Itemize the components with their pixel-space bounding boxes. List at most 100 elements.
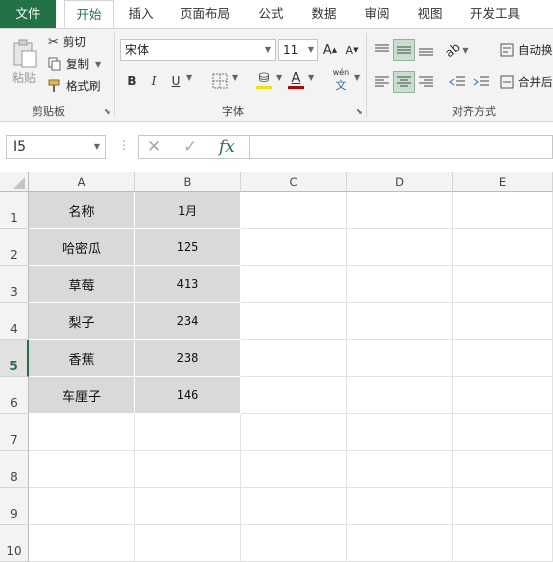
cell-c4[interactable] [241,303,347,340]
bold-button[interactable]: B [124,71,140,91]
cell-b2[interactable]: 125 [135,229,241,266]
cell-a4[interactable]: 梨子 [29,303,135,340]
more-options-icon[interactable]: ⋮ [118,138,130,152]
tab-page-layout[interactable]: 页面布局 [172,0,238,28]
cell-d2[interactable] [347,229,453,266]
cell-e9[interactable] [453,488,553,525]
row-header-5[interactable]: 5 [0,340,29,377]
italic-button[interactable]: I [146,71,162,91]
cell-c1[interactable] [241,192,347,229]
underline-button[interactable]: U [168,71,184,91]
cancel-icon[interactable]: ✕ [147,136,161,158]
cell-e5[interactable] [453,340,553,377]
font-name-dropdown[interactable]: 宋体 ▼ [120,39,276,61]
tab-data[interactable]: 数据 [303,0,345,28]
insert-function-icon[interactable]: fx [219,136,235,158]
row-header-3[interactable]: 3 [0,266,29,303]
cell-d4[interactable] [347,303,453,340]
cell-d8[interactable] [347,451,453,488]
cell-b7[interactable] [135,414,241,451]
cell-c9[interactable] [241,488,347,525]
top-align-button[interactable] [372,39,392,61]
cell-a6[interactable]: 车厘子 [29,377,135,414]
chevron-down-icon[interactable]: ▼ [232,73,238,82]
cell-a8[interactable] [29,451,135,488]
cell-c8[interactable] [241,451,347,488]
chevron-down-icon[interactable]: ▼ [276,73,282,82]
column-header-a[interactable]: A [29,172,135,192]
row-header-4[interactable]: 4 [0,303,29,340]
column-header-e[interactable]: E [453,172,553,192]
decrease-indent-button[interactable] [446,71,468,93]
cut-button[interactable]: ✂ 剪切 [48,33,86,51]
dialog-launcher-icon[interactable]: ⬊ [104,107,111,116]
cell-a9[interactable] [29,488,135,525]
row-header-9[interactable]: 9 [0,488,29,525]
font-color-button[interactable]: A [286,69,306,91]
cell-e1[interactable] [453,192,553,229]
cell-a7[interactable] [29,414,135,451]
font-size-dropdown[interactable]: 11 ▼ [278,39,318,61]
fill-color-button[interactable]: ⛁ [254,69,274,91]
cell-e4[interactable] [453,303,553,340]
tab-view[interactable]: 视图 [409,0,451,28]
cell-e10[interactable] [453,525,553,562]
chevron-down-icon[interactable]: ▼ [186,73,192,82]
row-header-1[interactable]: 1 [0,192,29,229]
format-painter-button[interactable]: 格式刷 [48,77,101,95]
cell-d7[interactable] [347,414,453,451]
cell-a1[interactable]: 名称 [29,192,135,229]
chevron-down-icon[interactable]: ▼ [308,73,314,82]
increase-font-size-icon[interactable]: A ▲ [322,41,338,59]
enter-icon[interactable]: ✓ [183,136,197,158]
orientation-button[interactable]: ab ▼ [443,39,469,61]
row-header-6[interactable]: 6 [0,377,29,414]
wrap-text-button[interactable]: 自动换 [500,39,553,61]
cell-a3[interactable]: 草莓 [29,266,135,303]
cell-c5[interactable] [241,340,347,377]
decrease-font-size-icon[interactable]: A ▼ [344,41,360,59]
row-header-8[interactable]: 8 [0,451,29,488]
cell-b3[interactable]: 413 [135,266,241,303]
cell-d9[interactable] [347,488,453,525]
tab-file[interactable]: 文件 [0,0,56,28]
cell-a10[interactable] [29,525,135,562]
cell-e7[interactable] [453,414,553,451]
align-right-button[interactable] [416,71,436,93]
cell-e8[interactable] [453,451,553,488]
cell-c2[interactable] [241,229,347,266]
column-header-b[interactable]: B [135,172,241,192]
cell-d1[interactable] [347,192,453,229]
tab-developer[interactable]: 开发工具 [462,0,528,28]
cell-a2[interactable]: 哈密瓜 [29,229,135,266]
cell-b8[interactable] [135,451,241,488]
cell-b10[interactable] [135,525,241,562]
cell-b9[interactable] [135,488,241,525]
dialog-launcher-icon[interactable]: ⬊ [356,107,363,116]
name-box[interactable]: I5 ▼ [6,135,106,159]
middle-align-button[interactable] [393,39,415,61]
tab-home[interactable]: 开始 [64,0,114,28]
cell-e2[interactable] [453,229,553,266]
copy-button[interactable]: 复制 ▼ [48,55,101,73]
cell-c10[interactable] [241,525,347,562]
tab-insert[interactable]: 插入 [120,0,162,28]
tab-formulas[interactable]: 公式 [250,0,292,28]
tab-review[interactable]: 审阅 [356,0,398,28]
select-all-button[interactable] [0,172,29,192]
cell-c3[interactable] [241,266,347,303]
cell-e3[interactable] [453,266,553,303]
cell-d6[interactable] [347,377,453,414]
align-center-button[interactable] [393,71,415,93]
cell-b6[interactable]: 146 [135,377,241,414]
cell-b5[interactable]: 238 [135,340,241,377]
cell-b1[interactable]: 1月 [135,192,241,229]
align-left-button[interactable] [372,71,392,93]
row-header-2[interactable]: 2 [0,229,29,266]
bottom-align-button[interactable] [416,39,436,61]
phonetic-button[interactable]: wén 文 [330,68,352,92]
row-header-10[interactable]: 10 [0,525,29,562]
merge-center-button[interactable]: 合并后 [500,71,553,93]
cell-c7[interactable] [241,414,347,451]
formula-input[interactable] [250,135,553,159]
